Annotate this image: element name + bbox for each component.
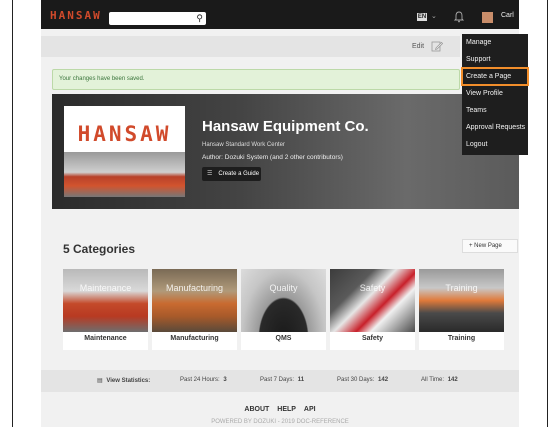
bell-icon[interactable] [454,11,464,23]
stat-all-time: All Time: 142 [421,377,458,383]
hansaw-logo[interactable]: HANSAW [50,9,102,22]
view-statistics-link[interactable]: ▤ View Statistics: [97,377,150,384]
menu-item-view-profile[interactable]: View Profile [462,85,528,102]
user-name[interactable]: Carl [501,12,514,19]
stat-past-30-days: Past 30 Days: 142 [337,377,388,383]
create-guide-label: Create a Guide [218,171,260,177]
category-label: Manufacturing [170,335,219,342]
company-logo: HANSAW [64,106,185,197]
stat-label: All Time: [421,377,445,383]
company-logo-photo [64,152,185,197]
create-guide-button[interactable]: ☰ Create a Guide [202,167,261,181]
category-label: Training [447,335,476,342]
category-label: QMS [275,335,292,342]
chevron-down-icon[interactable]: ⌄ [431,12,437,20]
search-input[interactable]: ⚲ [109,12,206,25]
category-label: Maintenance [84,335,127,342]
page-subtitle: Hansaw Standard Work Center [202,142,285,148]
stats-bar: ▤ View Statistics: Past 24 Hours: 3 Past… [41,370,519,392]
company-logo-text: HANSAW [77,122,172,146]
language-badge[interactable]: EN [417,13,427,21]
stat-label: Past 7 Days: [260,377,295,383]
menu-item-manage[interactable]: Manage [462,34,528,51]
category-image [330,269,415,332]
category-image [63,269,148,332]
category-overlay-text: Maintenance [79,283,132,293]
stat-label: Past 24 Hours: [180,377,220,383]
edit-icon[interactable] [431,40,443,52]
new-page-button[interactable]: + New Page [462,239,518,253]
menu-item-support[interactable]: Support [462,51,528,68]
category-card-training[interactable]: Training Training [419,269,504,350]
page-title: Hansaw Equipment Co. [202,118,369,135]
stat-value: 3 [223,377,227,383]
powered-by-text: POWERED BY DOZUKI - 2019 DOC-REFERENCE [211,419,349,425]
category-card-manufacturing[interactable]: Manufacturing Manufacturing [152,269,237,350]
chart-icon: ▤ [97,378,103,384]
stat-value: 142 [447,377,458,383]
stat-value: 142 [378,377,389,383]
author-line[interactable]: Author: Dozuki System (and 2 other contr… [202,154,343,161]
view-statistics-label: View Statistics: [106,378,151,384]
footer-link-api[interactable]: API [304,406,316,413]
category-card-qms[interactable]: Quality QMS [241,269,326,350]
menu-item-create-a-page[interactable]: Create a Page [461,67,529,86]
category-overlay-text: Manufacturing [165,283,224,293]
footer-link-about[interactable]: ABOUT [244,406,269,413]
menu-item-approval-requests[interactable]: Approval Requests [462,119,528,136]
stat-label: Past 30 Days: [337,377,375,383]
edit-button[interactable]: Edit [412,43,424,50]
category-overlay-text: Training [445,283,478,293]
list-icon: ☰ [207,171,213,177]
category-label: Safety [361,335,383,342]
stat-past-24-hours: Past 24 Hours: 3 [180,377,227,383]
category-image [241,269,326,332]
category-overlay-text: Quality [269,283,298,293]
category-overlay-text: Safety [359,283,386,293]
categories-heading: 5 Categories [63,242,136,256]
user-menu: Manage Support Create a Page View Profil… [461,34,529,155]
success-alert: Your changes have been saved. [52,69,460,90]
footer-link-help[interactable]: HELP [277,406,296,413]
category-image [419,269,504,332]
avatar[interactable] [482,12,493,23]
page: HANSAW ⚲ EN ⌄ Carl ⌄ Edit Your changes h… [41,0,519,427]
category-image [152,269,237,332]
menu-item-logout[interactable]: Logout [462,136,528,153]
menu-item-teams[interactable]: Teams [462,102,528,119]
stat-value: 11 [297,377,305,383]
top-nav: HANSAW ⚲ EN ⌄ Carl ⌄ [41,0,519,29]
hero-banner: HANSAW Hansaw Equipment Co. Hansaw Stand… [52,94,519,209]
category-card-maintenance[interactable]: Maintenance Maintenance [63,269,148,350]
search-icon[interactable]: ⚲ [196,12,203,25]
page-header: Edit [41,36,460,57]
footer-links: ABOUT HELP API [41,406,519,413]
category-card-safety[interactable]: Safety Safety [330,269,415,350]
stat-past-7-days: Past 7 Days: 11 [260,377,304,383]
